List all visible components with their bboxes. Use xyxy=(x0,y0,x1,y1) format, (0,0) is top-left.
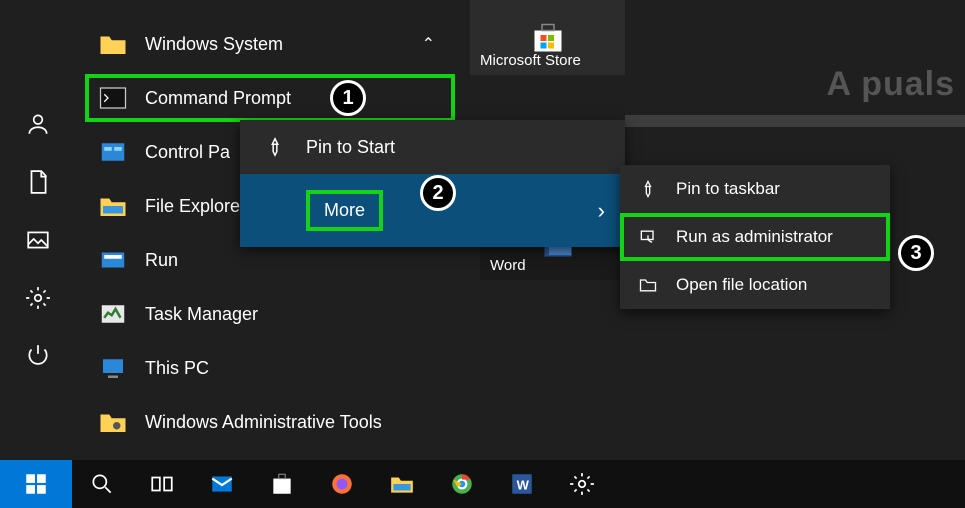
watermark-underline xyxy=(625,115,965,127)
annotation-badge-3: 3 xyxy=(898,235,934,271)
taskbar-mail[interactable] xyxy=(192,460,252,508)
taskbar-firefox[interactable] xyxy=(312,460,372,508)
this-pc-icon xyxy=(97,352,129,384)
program-admin-tools[interactable]: Windows Administrative Tools xyxy=(85,398,455,446)
program-label: Windows Administrative Tools xyxy=(145,412,382,433)
program-label: This PC xyxy=(145,358,209,379)
program-label: File Explore xyxy=(145,196,240,217)
program-label: Command Prompt xyxy=(145,88,291,109)
menu-label: Pin to Start xyxy=(306,137,395,158)
menu-pin-to-start[interactable]: Pin to Start xyxy=(240,120,625,174)
settings-gear-icon[interactable] xyxy=(24,284,52,312)
file-explorer-icon xyxy=(97,190,129,222)
folder-icon xyxy=(97,28,129,60)
program-label: Run xyxy=(145,250,178,271)
chevron-right-icon: › xyxy=(598,198,605,224)
taskbar-settings[interactable] xyxy=(552,460,612,508)
program-this-pc[interactable]: This PC xyxy=(85,344,455,392)
watermark-text: A puals xyxy=(826,65,955,104)
chevron-up-icon: ⌃ xyxy=(422,34,435,54)
taskbar-chrome[interactable] xyxy=(432,460,492,508)
folder-label: Windows System xyxy=(145,34,283,55)
power-icon[interactable] xyxy=(24,342,52,370)
menu-label: Pin to taskbar xyxy=(676,179,780,199)
start-button[interactable] xyxy=(0,460,72,508)
start-left-strip xyxy=(0,0,75,460)
menu-open-file-location[interactable]: Open file location xyxy=(620,261,890,309)
taskbar-word[interactable]: W xyxy=(492,460,552,508)
menu-label: Open file location xyxy=(676,275,807,295)
menu-label: More xyxy=(306,190,383,231)
svg-text:W: W xyxy=(517,477,530,492)
taskbar-task-view[interactable] xyxy=(132,460,192,508)
start-tiles: Microsoft Store xyxy=(470,0,650,83)
context-menu-more: Pin to taskbar Run as administrator Open… xyxy=(620,165,890,309)
annotation-badge-2: 2 xyxy=(420,175,456,211)
menu-label: Run as administrator xyxy=(676,227,833,247)
program-command-prompt[interactable]: Command Prompt xyxy=(85,74,455,122)
menu-run-as-administrator[interactable]: Run as administrator xyxy=(620,213,890,261)
cmd-icon xyxy=(97,82,129,114)
admin-tools-icon xyxy=(97,406,129,438)
tile-microsoft-store[interactable]: Microsoft Store xyxy=(470,0,625,75)
program-label: Control Pa xyxy=(145,142,230,163)
taskbar-file-explorer[interactable] xyxy=(372,460,432,508)
task-manager-icon xyxy=(97,298,129,330)
store-icon xyxy=(530,20,566,56)
program-label: Task Manager xyxy=(145,304,258,325)
document-icon[interactable] xyxy=(24,168,52,196)
control-panel-icon xyxy=(97,136,129,168)
taskbar: W xyxy=(0,460,965,508)
program-task-manager[interactable]: Task Manager xyxy=(85,290,455,338)
annotation-badge-1: 1 xyxy=(330,80,366,116)
user-icon[interactable] xyxy=(24,110,52,138)
taskbar-search[interactable] xyxy=(72,460,132,508)
run-icon xyxy=(97,244,129,276)
taskbar-store[interactable] xyxy=(252,460,312,508)
folder-windows-system[interactable]: Windows System ⌃ xyxy=(85,20,455,68)
pictures-icon[interactable] xyxy=(24,226,52,254)
tile-label: Word xyxy=(490,257,526,274)
menu-pin-to-taskbar[interactable]: Pin to taskbar xyxy=(620,165,890,213)
